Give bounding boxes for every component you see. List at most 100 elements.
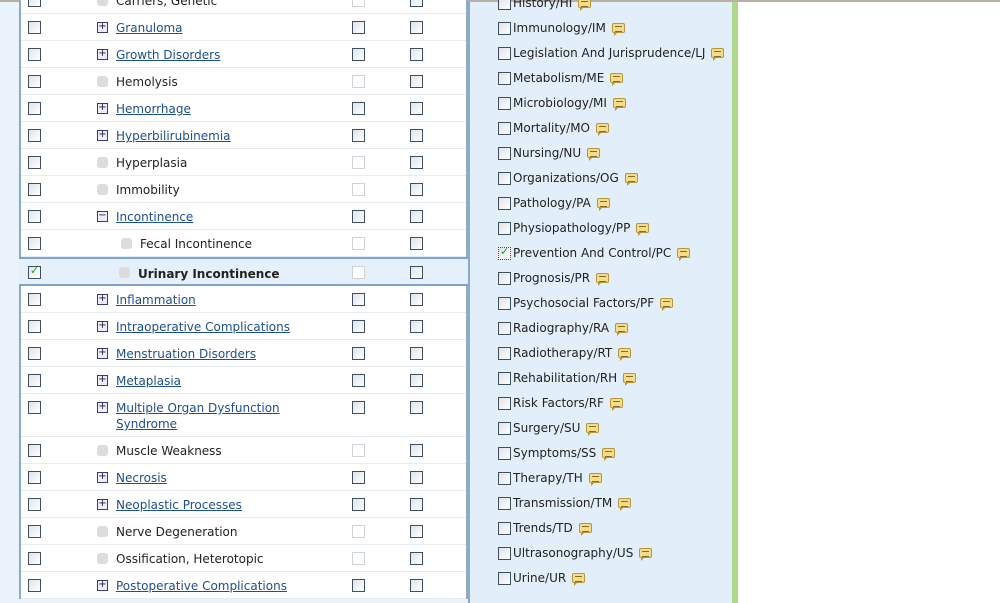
select-checkbox[interactable]: [28, 237, 41, 250]
no-explode-checkbox[interactable]: [410, 552, 423, 565]
subheading-item[interactable]: Rehabilitation/RH: [498, 368, 637, 388]
subheading-item[interactable]: Microbiology/MI: [498, 93, 626, 113]
term-label[interactable]: Postoperative Complications: [116, 578, 296, 594]
subheading-checkbox[interactable]: [498, 446, 511, 460]
major-topic-checkbox[interactable]: [352, 401, 365, 414]
select-checkbox[interactable]: [28, 293, 41, 306]
major-topic-checkbox[interactable]: [352, 48, 365, 61]
subheading-checkbox[interactable]: [498, 196, 511, 210]
select-checkbox[interactable]: [28, 75, 41, 88]
no-explode-checkbox[interactable]: [410, 525, 423, 538]
subheading-item[interactable]: Legislation And Jurisprudence/LJ: [498, 43, 725, 63]
speech-bubble-icon[interactable]: [618, 498, 632, 511]
no-explode-checkbox[interactable]: [410, 75, 423, 88]
major-topic-checkbox[interactable]: [352, 129, 365, 142]
speech-bubble-icon[interactable]: [618, 348, 632, 361]
select-checkbox[interactable]: [28, 498, 41, 511]
term-label[interactable]: Incontinence: [116, 209, 296, 225]
select-checkbox[interactable]: [28, 579, 41, 592]
major-topic-checkbox[interactable]: [352, 21, 365, 34]
expand-plus-icon[interactable]: +: [97, 375, 108, 386]
term-label[interactable]: Neoplastic Processes: [116, 497, 296, 513]
subheading-item[interactable]: Trends/TD: [498, 518, 592, 538]
term-label[interactable]: Intraoperative Complications: [116, 319, 296, 335]
collapse-minus-icon[interactable]: −: [97, 211, 108, 222]
select-checkbox[interactable]: [28, 444, 41, 457]
subheading-item[interactable]: Therapy/TH: [498, 468, 602, 488]
no-explode-checkbox[interactable]: [410, 579, 423, 592]
major-topic-checkbox[interactable]: [352, 579, 365, 592]
expand-plus-icon[interactable]: +: [97, 294, 108, 305]
subheading-checkbox[interactable]: [498, 396, 511, 410]
no-explode-checkbox[interactable]: [410, 266, 423, 279]
no-explode-checkbox[interactable]: [410, 293, 423, 306]
subheading-item[interactable]: Prognosis/PR: [498, 268, 610, 288]
select-checkbox[interactable]: [28, 48, 41, 61]
subheading-item[interactable]: Pathology/PA: [498, 193, 610, 213]
select-checkbox[interactable]: [28, 471, 41, 484]
speech-bubble-icon[interactable]: [609, 398, 623, 411]
subheading-item[interactable]: Risk Factors/RF: [498, 393, 623, 413]
subheading-item[interactable]: Urine/UR: [498, 568, 586, 588]
subheading-checkbox[interactable]: [498, 71, 511, 85]
speech-bubble-icon[interactable]: [578, 0, 592, 11]
select-checkbox[interactable]: [28, 264, 41, 279]
term-label[interactable]: Growth Disorders: [116, 47, 296, 63]
expand-plus-icon[interactable]: +: [97, 472, 108, 483]
subheading-checkbox[interactable]: [498, 96, 511, 110]
select-checkbox[interactable]: [28, 210, 41, 223]
subheading-item[interactable]: Organizations/OG: [498, 168, 638, 188]
subheading-item[interactable]: Ultrasonography/US: [498, 543, 653, 563]
speech-bubble-icon[interactable]: [624, 173, 638, 186]
expand-plus-icon[interactable]: +: [97, 580, 108, 591]
term-label[interactable]: Hyperbilirubinemia: [116, 128, 296, 144]
subheading-checkbox[interactable]: [498, 421, 511, 435]
select-checkbox[interactable]: [28, 347, 41, 360]
subheading-checkbox[interactable]: [498, 271, 511, 285]
select-checkbox[interactable]: [28, 21, 41, 34]
term-label[interactable]: Necrosis: [116, 470, 296, 486]
subheading-item[interactable]: Transmission/TM: [498, 493, 632, 513]
subheading-checkbox[interactable]: [498, 371, 511, 385]
subheading-checkbox[interactable]: [498, 546, 511, 560]
major-topic-checkbox[interactable]: [352, 471, 365, 484]
major-topic-checkbox[interactable]: [352, 498, 365, 511]
major-topic-checkbox[interactable]: [352, 347, 365, 360]
no-explode-checkbox[interactable]: [410, 102, 423, 115]
no-explode-checkbox[interactable]: [410, 401, 423, 414]
speech-bubble-icon[interactable]: [587, 148, 601, 161]
subheading-checkbox[interactable]: [498, 346, 511, 360]
speech-bubble-icon[interactable]: [588, 473, 602, 486]
speech-bubble-icon[interactable]: [639, 548, 653, 561]
major-topic-checkbox[interactable]: [352, 374, 365, 387]
subheading-checkbox[interactable]: [498, 521, 511, 535]
term-label[interactable]: Granuloma: [116, 20, 296, 36]
select-checkbox[interactable]: [28, 0, 41, 7]
no-explode-checkbox[interactable]: [410, 48, 423, 61]
select-checkbox[interactable]: [28, 525, 41, 538]
subheading-checkbox[interactable]: [498, 171, 511, 185]
subheading-item[interactable]: Metabolism/ME: [498, 68, 624, 88]
expand-plus-icon[interactable]: +: [97, 130, 108, 141]
no-explode-checkbox[interactable]: [410, 156, 423, 169]
major-topic-checkbox[interactable]: [352, 293, 365, 306]
no-explode-checkbox[interactable]: [410, 471, 423, 484]
subheading-checkbox[interactable]: [498, 146, 511, 160]
speech-bubble-icon[interactable]: [611, 23, 625, 36]
subheading-item[interactable]: Mortality/MO: [498, 118, 610, 138]
subheading-item[interactable]: History/HI: [498, 0, 592, 13]
no-explode-checkbox[interactable]: [410, 210, 423, 223]
speech-bubble-icon[interactable]: [586, 423, 600, 436]
subheading-checkbox[interactable]: [498, 571, 511, 585]
select-checkbox[interactable]: [28, 183, 41, 196]
subheading-checkbox[interactable]: [498, 245, 511, 260]
subheading-checkbox[interactable]: [498, 21, 511, 35]
speech-bubble-icon[interactable]: [596, 273, 610, 286]
term-label[interactable]: Multiple Organ Dysfunction Syndrome: [116, 400, 296, 432]
subheading-item[interactable]: Psychosocial Factors/PF: [498, 293, 674, 313]
expand-plus-icon[interactable]: +: [97, 103, 108, 114]
subheading-item[interactable]: Symptoms/SS: [498, 443, 616, 463]
speech-bubble-icon[interactable]: [602, 448, 616, 461]
subheading-item[interactable]: Surgery/SU: [498, 418, 600, 438]
subheading-item[interactable]: Prevention And Control/PC: [498, 243, 691, 263]
